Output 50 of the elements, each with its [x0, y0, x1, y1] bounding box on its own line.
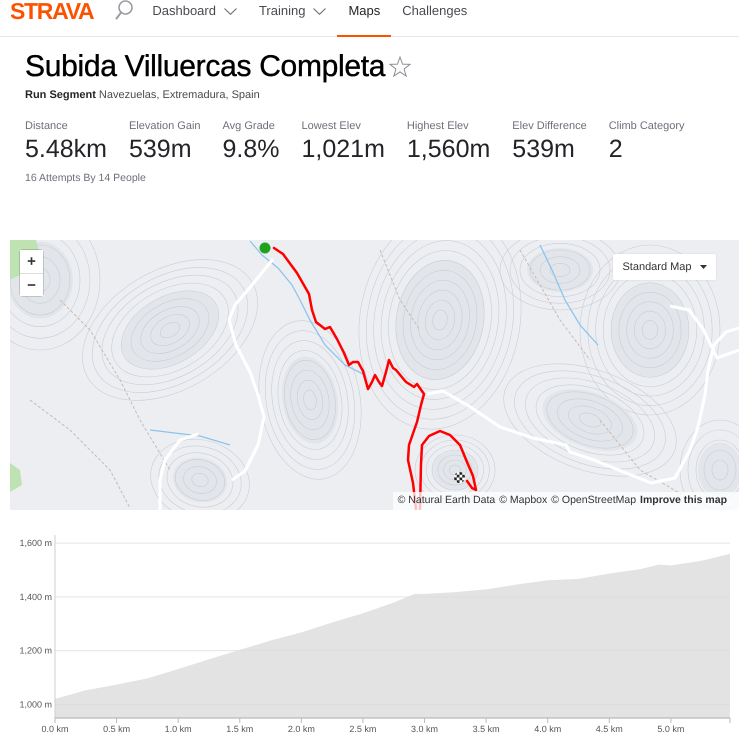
stat-value: 539m — [128, 135, 193, 164]
start-marker-icon — [260, 242, 270, 254]
stat-value: 1,021m — [302, 135, 385, 164]
segment-type: Run Segment — [25, 88, 96, 102]
y-tick-label: 1,600 m — [19, 538, 52, 548]
map-style-dropdown[interactable]: Standard Map — [613, 254, 716, 280]
zoom-out-button[interactable]: − — [20, 273, 43, 296]
y-tick-label: 1,200 m — [19, 646, 52, 656]
stat-label: Elevation Gain — [128, 119, 201, 133]
chevron-down-icon — [313, 8, 326, 15]
nav-link[interactable]: Training — [248, 0, 338, 37]
checkered-marker-icon — [454, 472, 465, 483]
stat-label: Lowest Elev — [302, 119, 362, 133]
stat-value: 539m — [512, 135, 576, 164]
chevron-down-icon — [224, 8, 237, 15]
x-tick-label: 0.5 km — [103, 724, 130, 734]
x-tick-label: 0.0 km — [42, 724, 68, 734]
stat-value: 5.48km — [25, 135, 107, 164]
y-tick-label: 1,000 m — [19, 700, 52, 710]
x-tick-label: 3.0 km — [411, 724, 438, 734]
search-icon[interactable] — [115, 0, 134, 20]
x-tick-label: 2.5 km — [349, 724, 376, 734]
segment-title: Subida Villuercas Completa — [25, 50, 386, 84]
attribution-link[interactable]: © Mapbox — [499, 493, 548, 508]
stat-label: Elev Difference — [512, 119, 587, 133]
x-tick-label: 1.5 km — [226, 724, 254, 734]
attribution-link[interactable]: © OpenStreetMap — [551, 493, 636, 508]
nav-link[interactable]: Challenges — [391, 0, 478, 37]
x-tick-label: 2.0 km — [288, 724, 315, 734]
stat-label: Highest Elev — [406, 119, 470, 133]
star-icon[interactable] — [389, 56, 412, 78]
stat-label: Avg Grade — [222, 119, 276, 133]
improve-map-link[interactable]: Improve this map — [640, 493, 727, 508]
x-tick-label: 5.0 km — [657, 724, 684, 734]
nav-link[interactable]: Maps — [337, 0, 392, 37]
segment-location: Navezuelas, Extremadura, Spain — [98, 88, 260, 102]
stat-value: 1,560m — [406, 135, 490, 164]
nav-link[interactable]: Dashboard — [141, 0, 248, 37]
caret-icon — [700, 265, 707, 269]
x-tick-label: 4.5 km — [596, 724, 623, 734]
attribution-link[interactable]: © Natural Earth Data — [398, 493, 496, 508]
x-tick-label: 4.0 km — [534, 724, 562, 734]
stat-value: 2 — [608, 135, 624, 164]
stat-label: Climb Category — [608, 119, 684, 133]
stat-value: 9.8% — [222, 135, 280, 164]
x-tick-label: 3.5 km — [472, 724, 500, 734]
x-tick-label: 1.0 km — [164, 724, 192, 734]
stat-label: Distance — [25, 119, 69, 133]
y-tick-label: 1,400 m — [19, 592, 52, 602]
attempts-count: 16 Attempts By 14 People — [25, 172, 146, 185]
